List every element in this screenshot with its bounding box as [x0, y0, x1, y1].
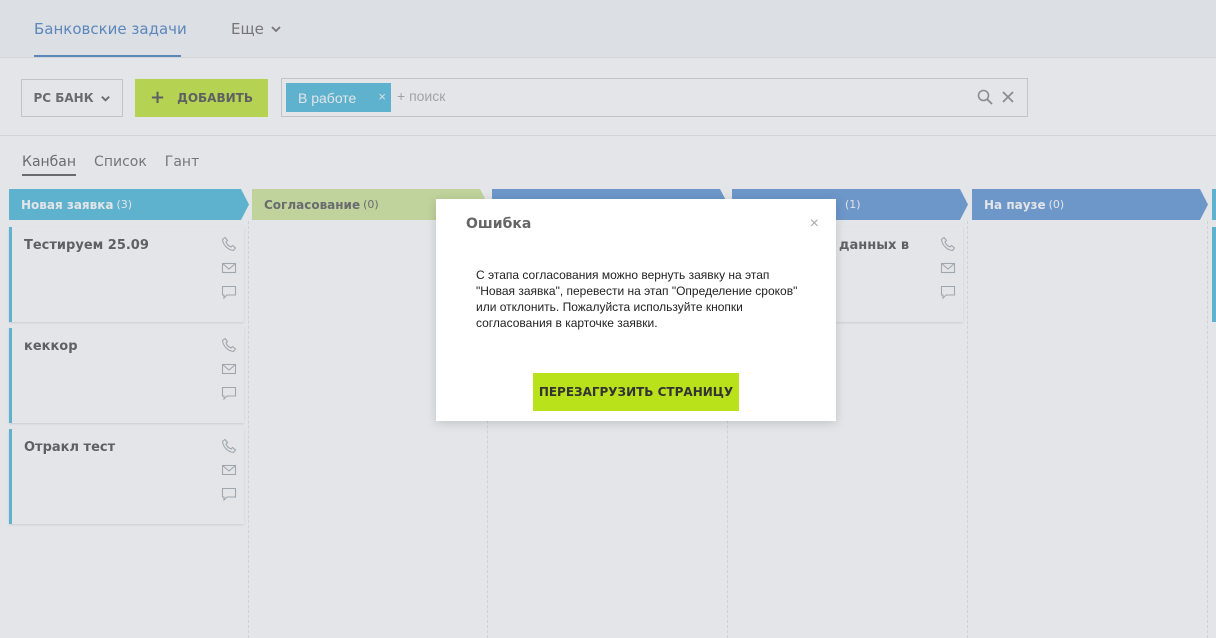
close-icon[interactable]: × — [810, 215, 819, 233]
dialog-title: Ошибка — [466, 216, 532, 232]
dialog-message: С этапа согласования можно вернуть заявк… — [476, 268, 798, 330]
reload-page-button[interactable]: ПЕРЕЗАГРУЗИТЬ СТРАНИЦУ — [533, 373, 739, 411]
error-dialog: Ошибка × С этапа согласования можно верн… — [436, 199, 836, 421]
